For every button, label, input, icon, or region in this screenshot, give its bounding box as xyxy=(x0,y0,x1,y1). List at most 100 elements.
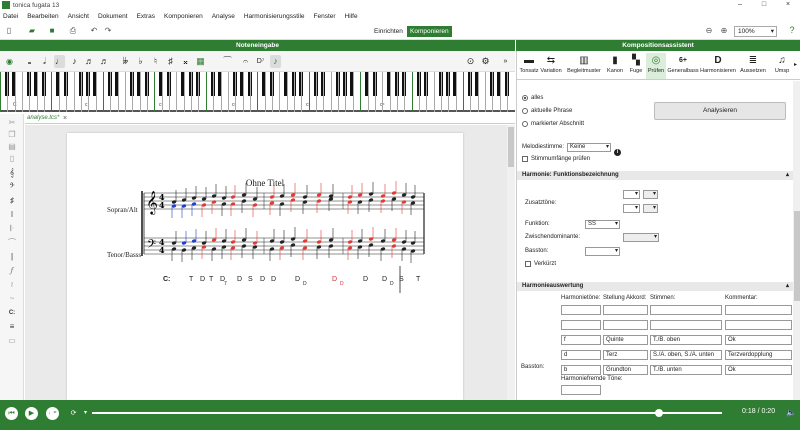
white-key[interactable] xyxy=(235,72,236,112)
white-key[interactable] xyxy=(81,72,82,112)
text-icon[interactable]: ▭ xyxy=(5,336,19,346)
repeat-icon[interactable]: 𝄆 xyxy=(5,224,19,234)
white-key[interactable] xyxy=(426,72,427,112)
analyze-button[interactable]: Analysieren xyxy=(654,102,786,120)
evaluation-cell[interactable]: Quinte xyxy=(603,335,648,345)
menu-bearbeiten[interactable]: Bearbeiten xyxy=(27,13,58,20)
white-key[interactable] xyxy=(125,72,126,112)
white-key[interactable] xyxy=(390,72,391,112)
evaluation-cell[interactable]: Terz xyxy=(603,350,648,360)
white-key[interactable] xyxy=(478,72,479,112)
white-key[interactable] xyxy=(301,72,302,112)
playback-knob[interactable] xyxy=(655,409,663,417)
basston-select[interactable] xyxy=(585,247,620,256)
white-key[interactable] xyxy=(44,72,45,112)
octave-marker[interactable] xyxy=(0,72,1,112)
white-key[interactable] xyxy=(368,72,369,112)
help-question-icon[interactable]: ? xyxy=(786,25,798,37)
menu-dokument[interactable]: Dokument xyxy=(98,13,128,20)
octave-marker[interactable] xyxy=(463,72,464,112)
scope-aktuelle-phrase[interactable]: aktuelle Phrase xyxy=(522,108,572,114)
white-key[interactable] xyxy=(279,72,280,112)
white-key[interactable] xyxy=(507,72,508,112)
mouse-icon[interactable]: ⊙ xyxy=(465,55,476,68)
quarter-note-icon[interactable]: ♩ xyxy=(54,55,65,68)
evaluation-cell[interactable] xyxy=(603,320,648,330)
octave-marker[interactable] xyxy=(103,72,104,112)
tie-icon[interactable]: ⁀ xyxy=(222,55,233,68)
rest-select-icon[interactable]: ▦ xyxy=(195,55,206,68)
tab-kanon[interactable]: ▮ Kanon xyxy=(605,53,625,79)
scope-alles[interactable]: alles xyxy=(522,95,543,101)
tab-variation[interactable]: ⇆ Variation xyxy=(540,53,562,79)
open-folder-icon[interactable]: ▰ xyxy=(26,25,38,37)
assistant-scrollbar[interactable] xyxy=(793,81,800,400)
tab-begleitmuster[interactable]: ▥ Begleitmuster xyxy=(564,53,604,79)
chord-symbol-icon[interactable]: D⁷ xyxy=(255,55,266,68)
close-tab-icon[interactable]: × xyxy=(63,115,67,122)
white-key[interactable] xyxy=(228,72,229,112)
playback-track[interactable] xyxy=(92,409,722,417)
maximize-button[interactable]: □ xyxy=(752,0,776,10)
tempo-icon[interactable]: ♩= xyxy=(46,407,59,420)
toggle-input-icon[interactable]: ◉ xyxy=(3,55,16,68)
white-key[interactable] xyxy=(250,72,251,112)
white-key[interactable] xyxy=(345,72,346,112)
score-canvas[interactable]: Ohne Titel Sopran/Alt Tenor/Basss 𝄞 𝄢 4 4 4 4… xyxy=(25,125,507,400)
voice-lead-icon[interactable]: ♪ xyxy=(270,55,281,68)
white-key[interactable] xyxy=(441,72,442,112)
score-page[interactable]: Ohne Titel Sopran/Alt Tenor/Basss 𝄞 𝄢 4 4 4 4… xyxy=(67,133,463,400)
menu-extras[interactable]: Extras xyxy=(137,13,155,20)
zusatzton-select-1[interactable] xyxy=(623,190,640,199)
white-key[interactable] xyxy=(15,72,16,112)
white-key[interactable] xyxy=(198,72,199,112)
white-key[interactable] xyxy=(500,72,501,112)
redo-icon[interactable]: ↷ xyxy=(102,25,114,37)
mode-einrichten-button[interactable]: Einrichten xyxy=(371,26,406,37)
cut-icon[interactable]: ✂ xyxy=(5,118,19,128)
flat-icon[interactable]: ♭ xyxy=(135,55,146,68)
toolbar-more-icon[interactable]: » xyxy=(500,55,511,68)
zusatzton-select-3[interactable] xyxy=(623,204,640,213)
evaluation-cell[interactable]: T./B. oben xyxy=(650,335,722,345)
white-key[interactable] xyxy=(29,72,30,112)
white-key[interactable] xyxy=(265,72,266,112)
scrollbar-thumb[interactable] xyxy=(794,211,800,301)
verkuerzt-checkbox[interactable]: Verkürzt xyxy=(525,261,556,267)
octave-marker[interactable] xyxy=(154,72,155,112)
arpeggio-icon[interactable]: ≀ xyxy=(5,280,19,290)
evaluation-cell[interactable]: Ok xyxy=(725,365,792,375)
evaluation-cell[interactable]: Grundton xyxy=(603,365,648,375)
evaluation-cell[interactable] xyxy=(725,320,792,330)
white-key[interactable] xyxy=(323,72,324,112)
evaluation-cell[interactable] xyxy=(603,305,648,315)
zusatzton-select-2[interactable] xyxy=(643,190,658,199)
white-key[interactable] xyxy=(176,72,177,112)
tab-fuge[interactable]: ▚ Fuge xyxy=(626,53,646,79)
white-key[interactable] xyxy=(213,72,214,112)
key-c-icon[interactable]: C: xyxy=(5,308,19,318)
zwischendominante-select[interactable] xyxy=(623,233,659,242)
thirtysecond-note-icon[interactable]: ♬ xyxy=(99,55,110,68)
evaluation-cell[interactable] xyxy=(561,320,601,330)
copy-icon[interactable]: ❐ xyxy=(5,130,19,140)
piano-keyboard[interactable]: C c c¹ c² c³ c⁴ xyxy=(0,72,515,112)
white-key[interactable] xyxy=(96,72,97,112)
evaluation-cell[interactable]: S./A. oben, S./A. unten xyxy=(650,350,722,360)
white-key[interactable] xyxy=(221,72,222,112)
octave-marker[interactable] xyxy=(360,72,361,112)
zoom-out-icon[interactable]: ⊖ xyxy=(703,25,715,37)
tab-tonsatz[interactable]: ▬ Tonsatz xyxy=(519,53,539,79)
scrollbar-thumb[interactable] xyxy=(508,127,514,167)
slur-icon[interactable]: ⌒ xyxy=(5,238,19,248)
print-icon[interactable]: ⎙ xyxy=(67,25,79,37)
close-window-button[interactable]: × xyxy=(776,0,800,10)
white-key[interactable] xyxy=(331,72,332,112)
play-icon[interactable]: ▶ xyxy=(25,407,38,420)
evaluation-cell[interactable]: Terzverdopplung xyxy=(725,350,792,360)
info-icon[interactable]: i xyxy=(614,149,621,156)
white-key[interactable] xyxy=(22,72,23,112)
score-vertical-scrollbar[interactable] xyxy=(507,125,515,400)
voice-line-icon[interactable]: | xyxy=(5,252,19,262)
white-key[interactable] xyxy=(74,72,75,112)
